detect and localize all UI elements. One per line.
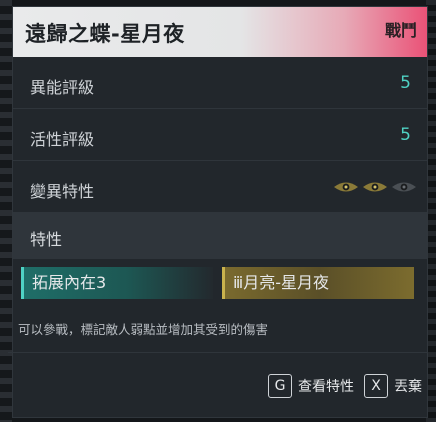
- traits-section-header: 特性: [13, 213, 427, 259]
- eye-icon: [363, 182, 387, 192]
- stat-row-activity: 活性評級 5: [13, 109, 427, 161]
- stat-value: 5: [400, 125, 411, 145]
- panel-header: 遠歸之蝶-星月夜 戰鬥: [13, 7, 427, 57]
- background-left-edge: [0, 0, 12, 422]
- stat-row-ability: 異能評級 5: [13, 57, 427, 109]
- action-footer: G 查看特性 X 丟棄: [268, 374, 422, 398]
- footer-divider: [8, 352, 428, 353]
- key-g-icon: G: [268, 374, 292, 398]
- stat-value: 5: [400, 73, 411, 93]
- stat-label: 活性評級: [30, 130, 95, 149]
- traits-section-label: 特性: [30, 230, 63, 249]
- mutation-label: 變異特性: [30, 182, 95, 201]
- key-x-icon: X: [364, 374, 388, 398]
- combat-tag: 戰鬥: [384, 21, 417, 40]
- traits-list: 拓展內在3 ⅲ月亮-星月夜: [13, 259, 427, 309]
- stat-label: 異能評級: [30, 78, 95, 97]
- mutation-eyes: [333, 181, 417, 193]
- item-detail-panel: 遠歸之蝶-星月夜 戰鬥 異能評級 5 活性評級 5 變異特性 特性 拓展內在3 …: [12, 6, 428, 418]
- discard-button[interactable]: X 丟棄: [364, 374, 422, 398]
- discard-label: 丟棄: [394, 379, 422, 395]
- view-traits-label: 查看特性: [298, 379, 354, 395]
- item-title: 遠歸之蝶-星月夜: [25, 22, 185, 46]
- mutation-row: 變異特性: [13, 161, 427, 213]
- item-description: 可以參戰，標記敵人弱點並增加其受到的傷害: [18, 322, 269, 337]
- eye-icon: [334, 182, 358, 192]
- eye-icon-inactive: [392, 182, 416, 192]
- trait-chip-moon[interactable]: ⅲ月亮-星月夜: [222, 267, 414, 299]
- view-traits-button[interactable]: G 查看特性: [268, 374, 354, 398]
- trait-chip-expand[interactable]: 拓展內在3: [21, 267, 213, 299]
